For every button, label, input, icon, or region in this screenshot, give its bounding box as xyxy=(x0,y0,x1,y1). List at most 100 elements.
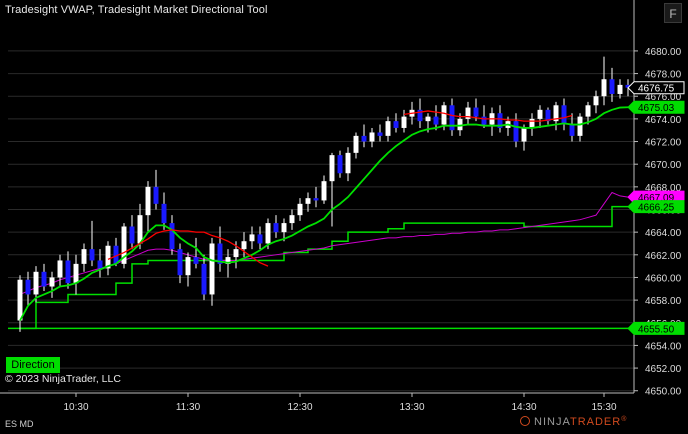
candle-body xyxy=(145,186,151,216)
candle-body xyxy=(89,249,95,261)
direction-button[interactable]: Direction xyxy=(6,357,60,373)
y-tick-label: 4658.00 xyxy=(645,296,682,307)
candle-body xyxy=(49,277,55,287)
logo-registered-mark: ® xyxy=(621,416,628,423)
candle-body xyxy=(57,260,63,278)
candle-body xyxy=(345,152,351,174)
directional-step-line xyxy=(20,205,628,330)
candle-body xyxy=(537,109,543,119)
candle-body xyxy=(185,257,191,276)
logo-trader-text: TRADER xyxy=(569,416,622,428)
logo-ninja-text: NINJA xyxy=(534,416,570,428)
candle-body xyxy=(441,105,447,125)
candle-body xyxy=(137,215,143,244)
price-marker-label: 4676.75 xyxy=(638,84,675,95)
candle-body xyxy=(201,263,207,295)
candle-body xyxy=(281,223,287,233)
y-tick-label: 4660.00 xyxy=(645,273,682,284)
y-tick-label: 4678.00 xyxy=(645,70,682,81)
candle-body xyxy=(177,249,183,276)
candle-body xyxy=(577,116,583,136)
candle-body xyxy=(153,186,159,204)
candle-body xyxy=(321,181,327,201)
ninjatrader-logo: NINJATRADER® xyxy=(520,416,627,428)
x-tick-label: 14:30 xyxy=(511,402,536,413)
candle-body xyxy=(425,116,431,122)
candle-body xyxy=(129,226,135,244)
candle-body xyxy=(241,241,247,250)
y-tick-label: 4680.00 xyxy=(645,47,682,58)
candle-body xyxy=(17,279,23,321)
candle-body xyxy=(33,271,39,295)
candle-body xyxy=(569,124,575,136)
x-tick-label: 12:30 xyxy=(287,402,312,413)
candle-body xyxy=(169,223,175,250)
candle-body xyxy=(209,243,215,295)
candle-body xyxy=(601,79,607,97)
candle-body xyxy=(193,257,199,264)
candle-body xyxy=(161,203,167,224)
candle-body xyxy=(41,271,47,287)
candle-body xyxy=(305,198,311,204)
fast-path xyxy=(19,106,629,321)
y-tick-label: 4670.00 xyxy=(645,160,682,171)
candle-body xyxy=(521,127,527,142)
green-fast-line xyxy=(19,106,629,321)
candle-body xyxy=(513,121,519,142)
candle-body xyxy=(385,121,391,136)
candle-body xyxy=(361,135,367,142)
candle-body xyxy=(97,260,103,269)
candle-body xyxy=(393,121,399,128)
step-path xyxy=(20,205,628,330)
candle-body xyxy=(481,116,487,125)
candle-body xyxy=(529,118,535,128)
price-chart[interactable]: 4680.004678.004676.004674.004672.004670.… xyxy=(0,0,688,434)
candle-body xyxy=(273,223,279,233)
candle-body xyxy=(289,215,295,224)
ninjatrader-logo-icon xyxy=(520,416,530,426)
y-tick-label: 4652.00 xyxy=(645,364,682,375)
candle-body xyxy=(401,116,407,128)
y-tick-label: 4674.00 xyxy=(645,115,682,126)
candle-body xyxy=(257,234,263,244)
candle-body xyxy=(25,279,31,295)
price-marker-label: 4666.25 xyxy=(638,203,675,214)
candle-body xyxy=(73,263,79,284)
y-tick-label: 4664.00 xyxy=(645,228,682,239)
candle-body xyxy=(585,105,591,117)
candle-body xyxy=(265,223,271,244)
candle-body xyxy=(353,135,359,153)
magenta-line xyxy=(19,191,629,295)
candle-body xyxy=(561,105,567,125)
y-tick-label: 4672.00 xyxy=(645,138,682,149)
candle-body xyxy=(233,249,239,258)
candle-body xyxy=(369,132,375,142)
candle-body xyxy=(313,198,319,201)
candle-body xyxy=(329,155,335,182)
candle-body xyxy=(249,234,255,242)
chart-panel[interactable]: Tradesight VWAP, Tradesight Market Direc… xyxy=(0,0,688,434)
vwap-red-line xyxy=(107,110,573,267)
candle-body xyxy=(297,203,303,216)
x-tick-label: 11:30 xyxy=(176,402,201,413)
x-tick-label: 15:30 xyxy=(591,402,616,413)
candle-body xyxy=(377,132,383,136)
y-tick-label: 4662.00 xyxy=(645,251,682,262)
candle-body xyxy=(81,249,87,264)
x-tick-label: 13:30 xyxy=(399,402,424,413)
copyright-text: © 2023 NinjaTrader, LLC xyxy=(5,373,121,385)
candle-body xyxy=(337,155,343,174)
candle-body xyxy=(617,84,623,94)
price-marker-label: 4655.50 xyxy=(638,324,675,335)
y-tick-label: 4650.00 xyxy=(645,387,682,398)
time-axis: 10:30 11:30 12:30 13:30 14:30 15:30 xyxy=(0,392,634,413)
candle-body xyxy=(593,96,599,106)
candle-body xyxy=(473,107,479,117)
candles xyxy=(17,56,631,332)
x-tick-label: 10:30 xyxy=(63,402,88,413)
candle-body xyxy=(609,79,615,94)
magenta-path xyxy=(19,191,629,295)
y-tick-label: 4654.00 xyxy=(645,341,682,352)
instrument-label: ES MD xyxy=(5,419,34,429)
candle-body xyxy=(65,260,71,284)
